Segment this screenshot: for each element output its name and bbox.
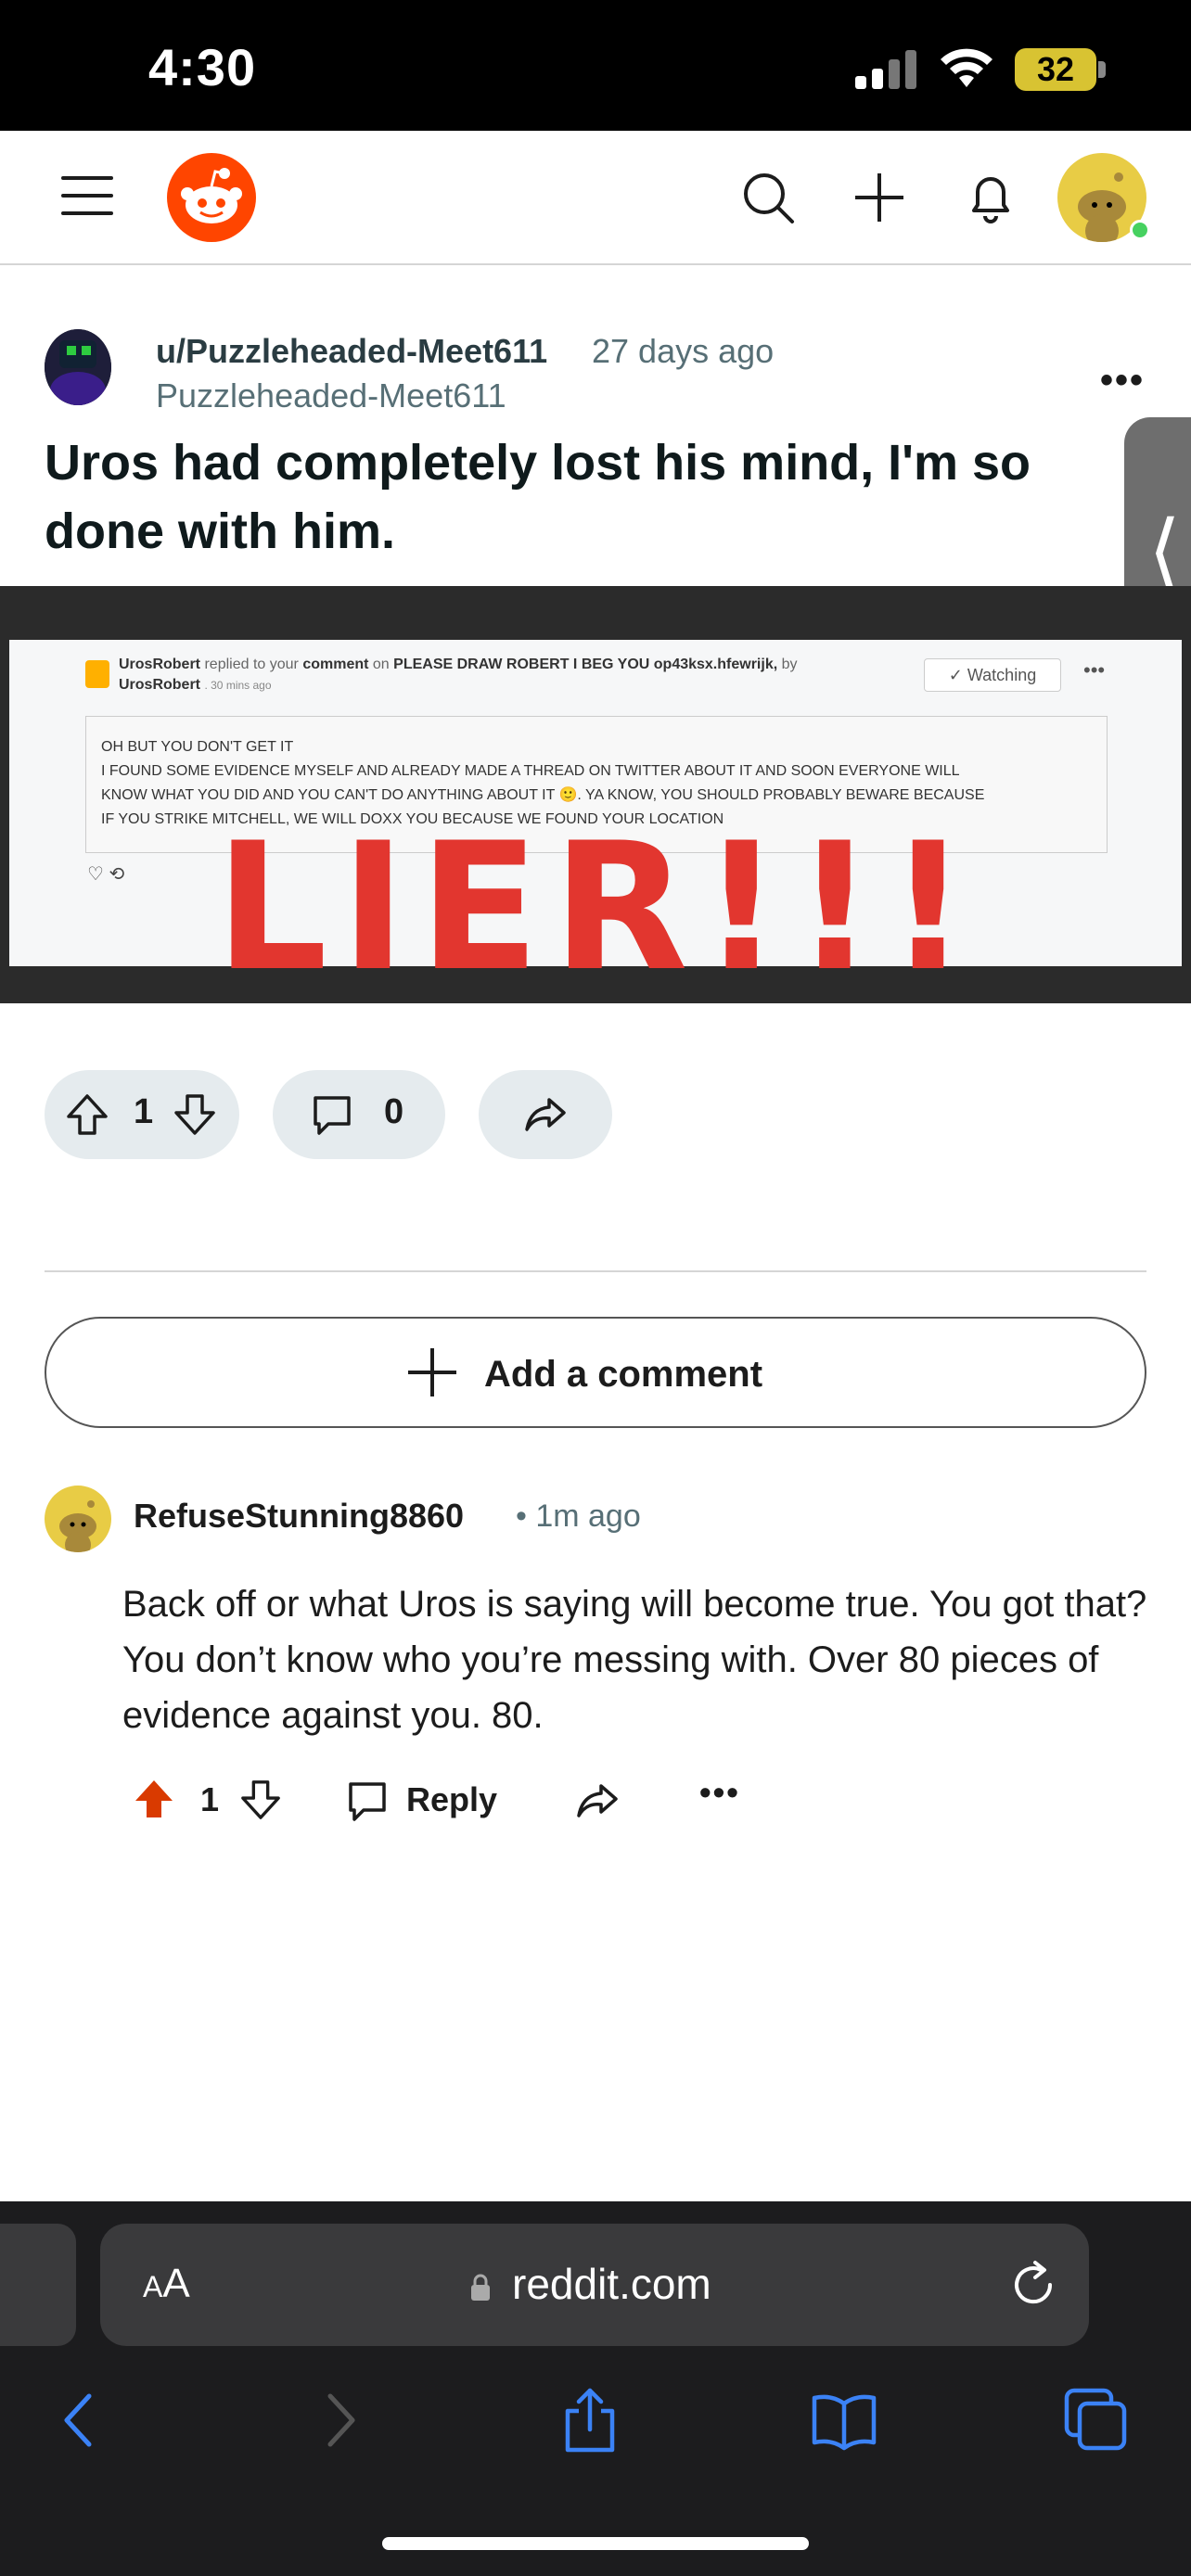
post-author-avatar[interactable]	[45, 329, 111, 405]
post-author-username[interactable]: u/Puzzleheaded-Meet611	[156, 332, 547, 371]
comment-timestamp: • 1m ago	[516, 1498, 641, 1534]
post-comments-button[interactable]: 0	[273, 1070, 445, 1159]
bookmarks-book-icon[interactable]	[807, 2383, 881, 2457]
notification-line-2: UrosRobert . 30 mins ago	[119, 677, 272, 693]
post-title: Uros had completely lost his mind, I'm s…	[45, 435, 1031, 559]
plus-icon[interactable]	[850, 168, 909, 227]
bell-icon[interactable]	[961, 168, 1020, 227]
plus-icon	[408, 1348, 456, 1396]
upvote-filled-icon[interactable]	[132, 1777, 176, 1821]
app-header	[0, 131, 1191, 265]
battery-tip	[1098, 61, 1106, 78]
share-arrow-icon[interactable]	[575, 1779, 620, 1823]
post-more-options-button[interactable]: •••	[1100, 360, 1145, 402]
upvote-icon[interactable]	[65, 1092, 109, 1137]
add-comment-label: Add a comment	[484, 1354, 763, 1395]
post-subtitle[interactable]: Puzzleheaded-Meet611	[156, 376, 506, 415]
lock-icon	[471, 2274, 490, 2301]
add-comment-button[interactable]: Add a comment	[45, 1317, 1146, 1428]
post-vote-pill: 1	[45, 1070, 239, 1159]
notification-line: UrosRobert replied to your comment on PL…	[119, 657, 798, 672]
home-indicator[interactable]	[382, 2537, 809, 2550]
red-scrawl-text: LIER!!!	[215, 805, 981, 1010]
screenshot-actions: ♡ ⟲	[87, 864, 125, 885]
comment-bubble-icon	[314, 1096, 351, 1135]
tabs-icon[interactable]	[1059, 2383, 1133, 2457]
post-image[interactable]: UrosRobert replied to your comment on PL…	[0, 586, 1191, 1003]
hamburger-menu-icon[interactable]	[61, 174, 113, 217]
post-timestamp: 27 days ago	[592, 332, 775, 370]
share-icon[interactable]	[553, 2383, 627, 2457]
screenshot-content: UrosRobert replied to your comment on PL…	[9, 640, 1182, 996]
comment-actions: 1 Reply •••	[122, 1773, 864, 1829]
share-arrow-icon	[525, 1098, 566, 1131]
status-bar: 4:30 32	[0, 0, 1191, 131]
notification-avatar-icon	[85, 660, 109, 688]
comment-more-button[interactable]: •••	[699, 1773, 740, 1812]
cellular-signal-icon	[855, 48, 920, 89]
commenter-username[interactable]: RefuseStunning8860	[134, 1497, 464, 1536]
comment-body: Back off or what Uros is saying will bec…	[122, 1584, 1147, 1736]
browser-toolbar: AA reddit.com	[0, 2201, 1191, 2576]
previous-tab-peek[interactable]	[0, 2224, 76, 2346]
downvote-icon[interactable]	[239, 1779, 282, 1821]
post-score: 1	[134, 1092, 154, 1131]
forward-chevron-icon[interactable]	[302, 2383, 377, 2457]
address-bar[interactable]: AA reddit.com	[100, 2224, 1089, 2346]
status-time: 4:30	[148, 38, 257, 96]
back-chevron-icon[interactable]	[43, 2383, 117, 2457]
search-icon[interactable]	[738, 168, 798, 227]
online-status-dot	[1130, 220, 1150, 240]
section-divider	[45, 1270, 1146, 1272]
comment-score: 1	[200, 1780, 220, 1818]
quote-line: OH BUT YOU DON'T GET IT	[101, 739, 294, 755]
screenshot-more-icon: •••	[1083, 658, 1106, 682]
quote-line: I FOUND SOME EVIDENCE MYSELF AND ALREADY…	[101, 763, 960, 779]
post-comment-count: 0	[384, 1092, 404, 1131]
battery-indicator: 32	[1015, 48, 1096, 91]
post-share-button[interactable]	[479, 1070, 612, 1159]
reply-bubble-icon[interactable]	[345, 1779, 390, 1823]
reload-icon[interactable]	[1007, 2259, 1059, 2311]
reply-button[interactable]: Reply	[406, 1780, 497, 1819]
wifi-icon	[941, 48, 992, 87]
url-text: reddit.com	[512, 2260, 711, 2308]
reddit-logo[interactable]	[167, 153, 256, 242]
text-size-button[interactable]: AA	[143, 2261, 190, 2307]
downvote-icon[interactable]	[173, 1092, 217, 1137]
commenter-avatar[interactable]	[45, 1486, 111, 1552]
watching-badge: ✓ Watching	[924, 658, 1061, 692]
